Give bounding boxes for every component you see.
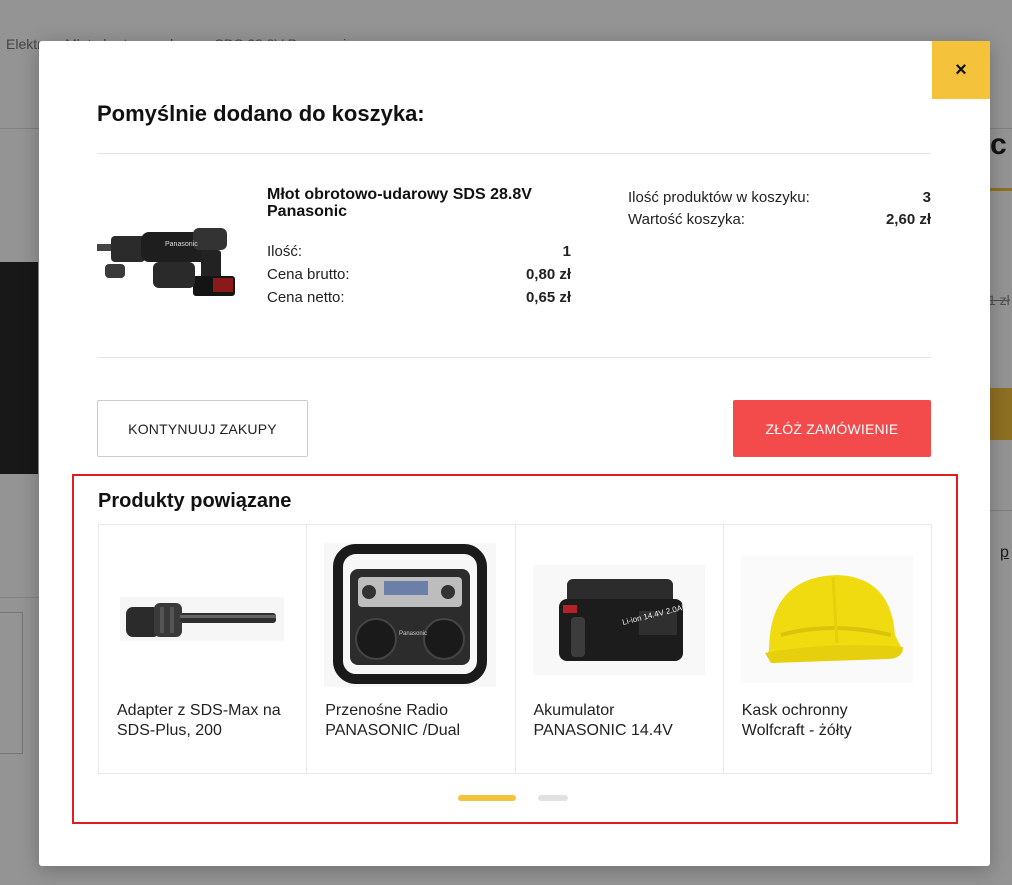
carousel-dot-active[interactable] [458,795,516,801]
related-product-card[interactable]: Adapter z SDS-Max na SDS-Plus, 200 [99,525,308,773]
quantity-label: Ilość: [267,243,303,260]
rotary-hammer-image: Panasonic [97,206,243,302]
carousel-dot[interactable] [538,795,568,801]
cart-items-value: 3 [922,189,931,206]
cart-summary: Ilość produktów w koszyku: 3 Wartość kos… [628,187,931,231]
cart-total-row: Wartość koszyka: 2,60 zł [628,209,931,231]
add-to-cart-modal: × Pomyślnie dodano do koszyka: Panasonic… [39,41,990,866]
quantity-row: Ilość: 1 [267,240,571,263]
divider [97,357,931,358]
sds-adapter-image[interactable] [116,555,288,683]
cart-total-value: 2,60 zł [885,211,931,228]
product-name: Młot obrotowo-udarowy SDS 28.8V Panasoni… [267,186,532,220]
radio-image[interactable]: Panasonic [324,543,497,687]
related-product-card[interactable]: Li-ion 14.4V 2.0Ah Akumulator PANASONIC … [516,525,724,773]
cart-items-label: Ilość produktów w koszyku: [628,189,810,206]
related-products-carousel: Adapter z SDS-Max na SDS-Plus, 200 Panas… [98,524,932,774]
gross-price-value: 0,80 zł [525,266,571,283]
related-products-section: Produkty powiązane Adapter z SDS-Max na … [72,474,958,824]
related-product-card[interactable]: Panasonic Przenośne Radio PANASONIC /Dua… [307,525,516,773]
related-product-card[interactable]: Kask ochronny Wolfcraft - żółty [724,525,931,773]
related-product-name[interactable]: Przenośne Radio PANASONIC /Dual [325,701,497,741]
net-price-label: Cena netto: [267,289,345,306]
related-product-name[interactable]: Kask ochronny Wolfcraft - żółty [742,701,914,741]
gross-price-label: Cena brutto: [267,266,350,283]
cart-total-label: Wartość koszyka: [628,211,745,228]
quantity-value: 1 [562,243,571,260]
svg-text:Panasonic: Panasonic [165,241,198,248]
related-products-title: Produkty powiązane [98,490,292,512]
net-price-row: Cena netto: 0,65 zł [267,286,571,309]
carousel-pagination [458,795,568,801]
helmet-image[interactable] [740,555,913,683]
close-button[interactable]: × [932,41,990,99]
net-price-value: 0,65 zł [525,289,571,306]
modal-title: Pomyślnie dodano do koszyka: [97,101,425,126]
cart-items-row: Ilość produktów w koszyku: 3 [628,187,931,209]
battery-image[interactable]: Li-ion 14.4V 2.0Ah [532,555,705,683]
added-product-info: Młot obrotowo-udarowy SDS 28.8V Panasoni… [267,186,571,309]
gross-price-row: Cena brutto: 0,80 zł [267,263,571,286]
related-product-name[interactable]: Akumulator PANASONIC 14.4V [534,701,706,741]
place-order-button[interactable]: ZŁÓŻ ZAMÓWIENIE [733,400,931,457]
continue-shopping-button[interactable]: KONTYNUUJ ZAKUPY [97,400,308,457]
radio-brand-label: Panasonic [399,631,427,637]
divider [97,153,931,154]
related-product-name[interactable]: Adapter z SDS-Max na SDS-Plus, 200 [117,701,289,741]
